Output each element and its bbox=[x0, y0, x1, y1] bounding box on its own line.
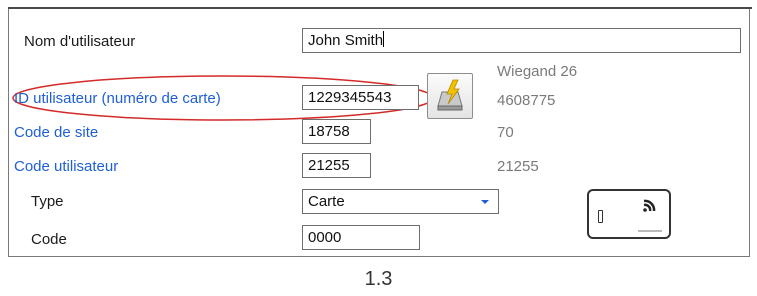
site-code-label: Code de site bbox=[14, 124, 99, 141]
user-code-field[interactable]: 21255 bbox=[302, 153, 371, 178]
user-code-value: 21255 bbox=[308, 157, 350, 174]
card-reader-icon bbox=[437, 79, 463, 111]
type-value: Carte bbox=[308, 193, 345, 210]
type-select[interactable]: Carte bbox=[302, 189, 499, 214]
wiegand-header: Wiegand 26 bbox=[497, 63, 578, 80]
user-id-label: ID utilisateur (numéro de carte) bbox=[14, 90, 221, 107]
code-value: 0000 bbox=[308, 229, 342, 246]
code-field[interactable]: 0000 bbox=[302, 225, 420, 250]
user-form-panel: Nom d'utilisateur John Smith Wiegand 26 … bbox=[8, 9, 750, 257]
type-label: Type bbox=[31, 193, 64, 210]
site-code-wiegand: 70 bbox=[497, 124, 514, 141]
site-code-field[interactable]: 18758 bbox=[302, 119, 371, 144]
username-field[interactable]: John Smith bbox=[302, 28, 741, 53]
user-id-wiegand: 4608775 bbox=[497, 92, 556, 109]
username-value: John Smith bbox=[308, 32, 384, 49]
user-id-value: 1229345543 bbox=[308, 89, 392, 106]
chevron-down-icon bbox=[481, 200, 489, 204]
rfid-card-icon bbox=[587, 189, 671, 239]
code-label: Code bbox=[31, 231, 67, 248]
text-caret bbox=[383, 31, 385, 47]
site-code-value: 18758 bbox=[308, 123, 350, 140]
figure-caption: 1.3 bbox=[364, 268, 393, 290]
read-card-button[interactable] bbox=[427, 73, 473, 119]
user-code-label: Code utilisateur bbox=[14, 158, 119, 175]
user-id-field[interactable]: 1229345543 bbox=[302, 85, 419, 110]
user-code-wiegand: 21255 bbox=[497, 158, 539, 175]
username-label: Nom d'utilisateur bbox=[24, 33, 136, 50]
